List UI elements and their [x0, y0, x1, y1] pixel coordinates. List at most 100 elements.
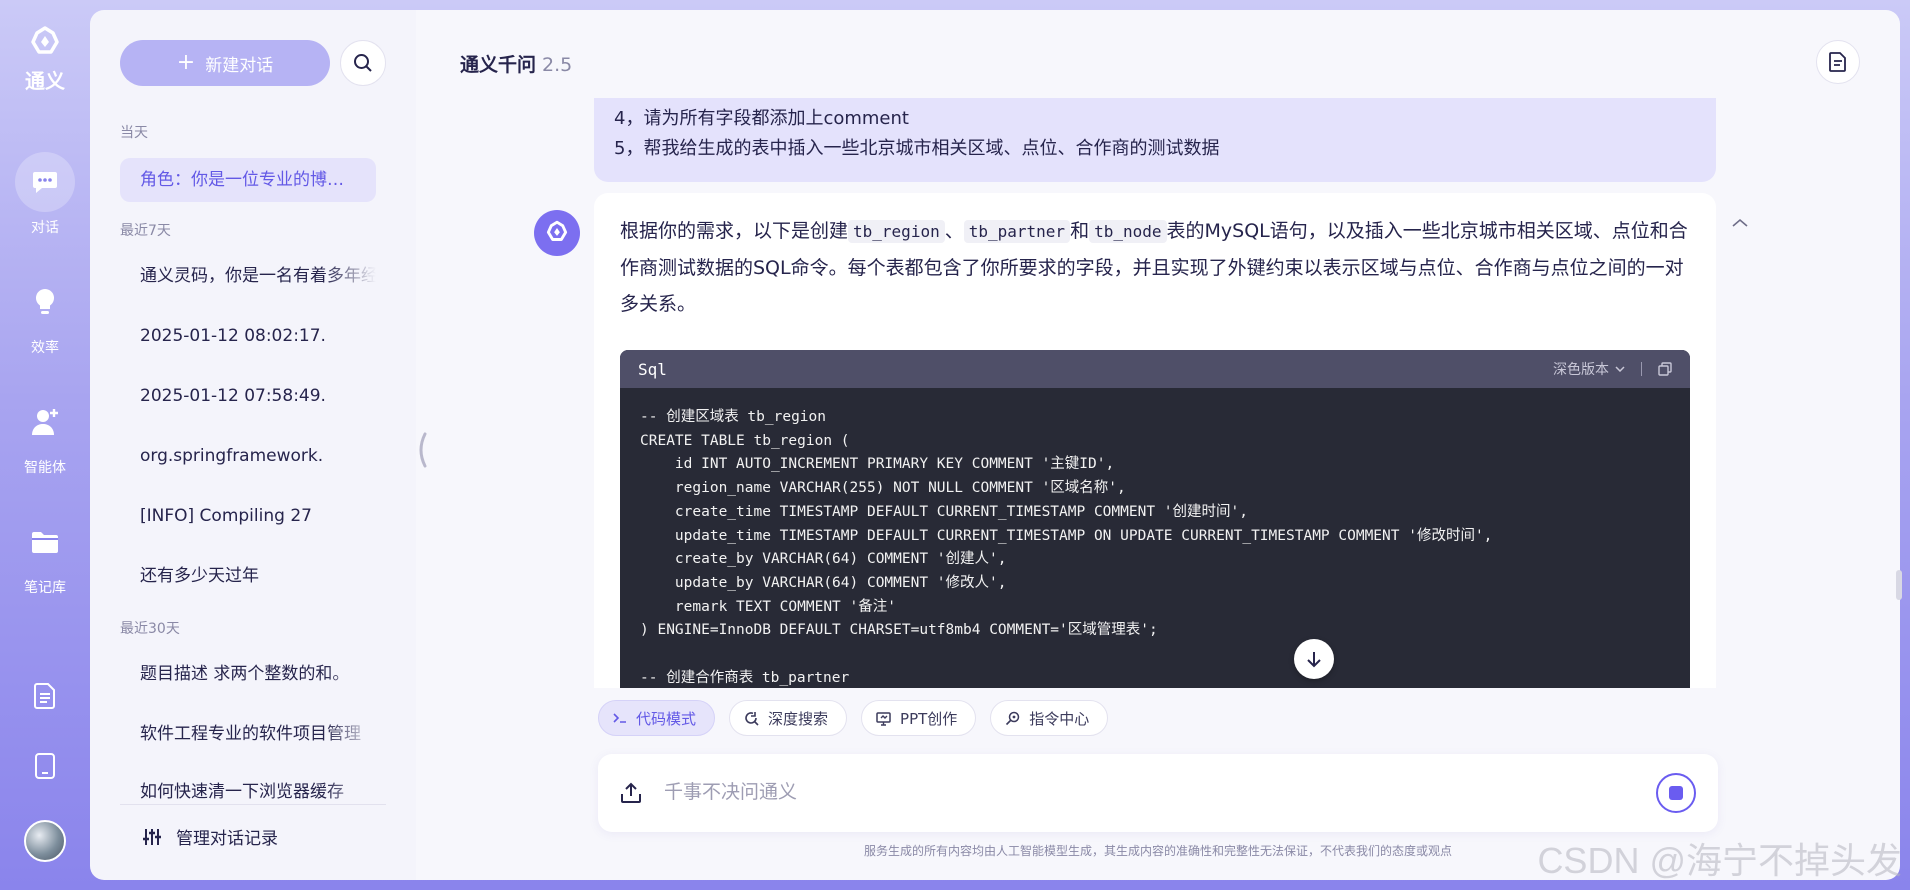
nav-rail: 通义 对话 效率 智能体 笔记库 — [0, 0, 90, 890]
history-item[interactable]: 通义灵码，你是一名有着多年经验 — [120, 254, 376, 298]
rail-item-chat[interactable]: 对话 — [0, 152, 90, 237]
document-button[interactable] — [27, 678, 63, 714]
code-line: region_name VARCHAR(255) NOT NULL COMMEN… — [640, 480, 1126, 497]
history-item[interactable]: 2025-01-12 07:58:49. — [120, 374, 376, 418]
folder-icon — [32, 532, 58, 553]
assistant-text-run: 根据你的需求，以下是创建 — [620, 220, 849, 242]
history-item[interactable]: org.springframework. — [120, 434, 376, 478]
code-line: ) ENGINE=InnoDB DEFAULT CHARSET=utf8mb4 … — [640, 622, 1158, 639]
manage-history-button[interactable]: 管理对话记录 — [142, 824, 278, 849]
agent-icon — [32, 409, 58, 435]
chat-input-box — [598, 754, 1718, 832]
chip-label: PPT创作 — [900, 709, 958, 728]
mode-chips: 代码模式 深度搜索 PPT创作 指令中心 — [598, 700, 1109, 736]
sidebar-divider — [120, 804, 386, 805]
user-avatar[interactable] — [24, 820, 66, 862]
history-item[interactable]: 2025-01-12 08:02:17. — [120, 314, 376, 358]
code-content: -- 创建区域表 tb_region CREATE TABLE tb_regio… — [620, 388, 1690, 688]
rail-item-efficiency-label: 效率 — [31, 340, 59, 356]
brand[interactable]: 通义 — [0, 26, 90, 94]
conversation-sidebar: + 新建对话 当天 角色：你是一位专业的博客技术专家 最近7天 通义灵码，你是一… — [90, 10, 416, 880]
lightbulb-icon — [35, 288, 55, 314]
code-theme-label: 深色版本 — [1553, 361, 1609, 377]
app-frame: 通义 对话 效率 智能体 笔记库 + 新建对话 当天 角色：你是一位专业的博客技… — [0, 0, 1910, 890]
chip-ppt[interactable]: PPT创作 — [861, 700, 977, 736]
stop-generation-button[interactable] — [1656, 773, 1696, 813]
note-icon — [1829, 52, 1846, 72]
history-item[interactable]: 角色：你是一位专业的博客技术专家 — [120, 158, 376, 202]
header-separator — [1641, 362, 1642, 376]
scrollbar-thumb[interactable] — [1896, 570, 1902, 600]
code-line: -- 创建区域表 tb_region — [640, 409, 826, 425]
notes-button[interactable] — [1816, 40, 1860, 84]
command-icon — [1006, 711, 1020, 725]
history-item[interactable]: [INFO] Compiling 27 — [120, 494, 376, 538]
user-message-line: 5，帮我给生成的表中插入一些北京城市相关区域、点位、合作商的测试数据 — [614, 138, 1220, 159]
assistant-avatar — [534, 210, 580, 256]
page-title: 通义千问 2.5 — [460, 50, 572, 77]
code-line: update_time TIMESTAMP DEFAULT CURRENT_TI… — [640, 527, 1493, 544]
assistant-text-run: 、 — [944, 220, 964, 242]
code-language: Sql — [638, 359, 667, 379]
arrow-down-icon — [1307, 652, 1321, 668]
document-icon — [34, 683, 55, 709]
history-item[interactable]: 题目描述 求两个整数的和。 — [120, 652, 376, 696]
watermark: CSDN @海宁不掉头发 — [1537, 840, 1902, 881]
chip-command-center[interactable]: 指令中心 — [990, 700, 1109, 736]
rail-item-agent[interactable]: 智能体 — [0, 392, 90, 477]
rail-item-efficiency[interactable]: 效率 — [0, 272, 90, 357]
chip-label: 深度搜索 — [768, 709, 829, 728]
tongyi-logo-icon — [546, 220, 568, 241]
copy-code-button[interactable] — [1658, 362, 1672, 376]
chat-icon — [33, 172, 57, 193]
section-30days: 最近30天 — [120, 621, 180, 637]
chevron-down-icon — [1615, 366, 1625, 372]
collapse-sidebar-handle[interactable] — [415, 430, 429, 470]
assistant-message: 根据你的需求，以下是创建 tb_region、 tb_partner 和 tb_node… — [594, 193, 1716, 688]
code-block: Sql 深色版本 -- 创建区域表 tb_region CREATE TABLE… — [620, 350, 1690, 688]
ppt-icon — [876, 711, 891, 726]
app-name: 通义 — [25, 69, 65, 93]
terminal-icon — [613, 713, 626, 723]
code-theme-dropdown[interactable]: 深色版本 — [1553, 359, 1625, 379]
plus-icon: + — [176, 50, 196, 75]
sliders-icon — [143, 828, 161, 845]
history-item[interactable]: 如何快速清一下浏览器缓存 — [120, 772, 376, 802]
model-name: 通义千问 — [460, 54, 537, 76]
chat-input[interactable] — [664, 782, 1656, 804]
collapse-message-button[interactable] — [1731, 218, 1749, 228]
code-block-header: Sql 深色版本 — [620, 350, 1690, 388]
scroll-to-bottom-button[interactable] — [1294, 639, 1334, 679]
upload-button[interactable] — [620, 782, 642, 804]
rail-item-agent-bg — [15, 392, 75, 452]
code-line: CREATE TABLE tb_region ( — [640, 432, 850, 449]
manage-history-label: 管理对话记录 — [176, 829, 278, 849]
chip-label: 指令中心 — [1029, 709, 1090, 728]
code-line: create_time TIMESTAMP DEFAULT CURRENT_TI… — [640, 503, 1248, 520]
chip-code-mode[interactable]: 代码模式 — [598, 700, 716, 736]
rail-item-agent-label: 智能体 — [24, 460, 66, 476]
user-message-line: 4，请为所有字段都添加上comment — [614, 108, 909, 129]
section-7days: 最近7天 — [120, 223, 171, 239]
deep-search-icon — [745, 711, 759, 726]
history-item[interactable]: 还有多少天过年 — [120, 554, 376, 598]
rail-item-notes-label: 笔记库 — [24, 580, 66, 596]
chip-label: 代码模式 — [636, 709, 697, 728]
assistant-text-run: 和 — [1070, 220, 1090, 242]
rail-item-notes[interactable]: 笔记库 — [0, 512, 90, 597]
tongyi-logo-icon — [31, 26, 59, 54]
history-item[interactable]: 软件工程专业的软件项目管理 — [120, 712, 376, 756]
code-line: remark TEXT COMMENT '备注' — [640, 598, 896, 615]
new-chat-button[interactable]: + 新建对话 — [120, 40, 330, 86]
search-button[interactable] — [340, 40, 386, 86]
tablet-button[interactable] — [27, 748, 63, 784]
inline-code: tb_region — [848, 220, 945, 243]
tablet-icon — [35, 753, 55, 779]
upload-icon — [621, 782, 641, 803]
inline-code: tb_node — [1089, 220, 1167, 243]
code-line: -- 创建合作商表 tb_partner — [640, 669, 850, 686]
code-line: id INT AUTO_INCREMENT PRIMARY KEY COMMEN… — [640, 456, 1115, 473]
inline-code: tb_partner — [963, 220, 1071, 243]
chip-deep-search[interactable]: 深度搜索 — [729, 700, 848, 736]
new-chat-label: 新建对话 — [205, 55, 274, 76]
